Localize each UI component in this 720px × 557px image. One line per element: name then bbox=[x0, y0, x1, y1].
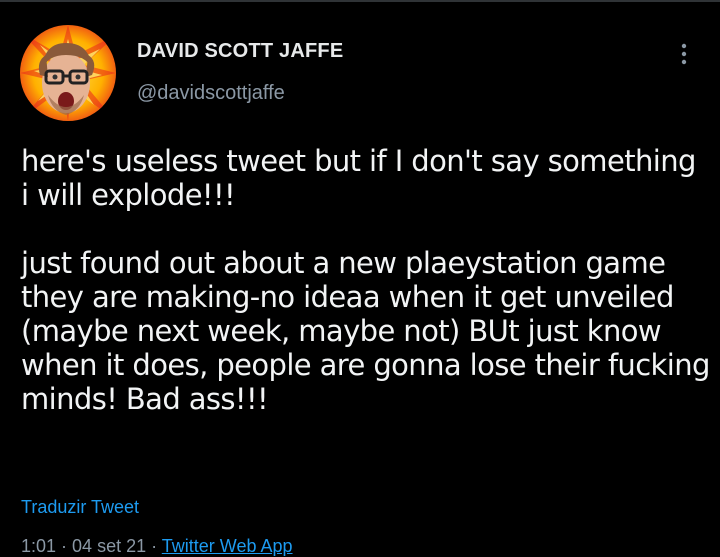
translate-tweet-link[interactable]: Traduzir Tweet bbox=[21, 497, 139, 518]
author-handle[interactable]: @davidscottjaffe bbox=[137, 82, 285, 105]
tweet-text: here's useless tweet but if I don't say … bbox=[21, 144, 710, 416]
tweet-date[interactable]: 04 set 21 bbox=[72, 536, 146, 556]
meta-separator: · bbox=[56, 536, 73, 556]
profile-photo-icon bbox=[20, 25, 116, 121]
tweet-source-link[interactable]: Twitter Web App bbox=[162, 536, 293, 556]
tweet-metadata: 1:01 · 04 set 21 · Twitter Web App bbox=[21, 536, 293, 557]
more-options-button[interactable] bbox=[666, 36, 702, 72]
tweet-time[interactable]: 1:01 bbox=[21, 536, 56, 556]
author-display-name[interactable]: DAVID SCOTT JAFFE bbox=[137, 40, 343, 63]
meta-separator: · bbox=[146, 536, 162, 556]
top-divider bbox=[0, 0, 720, 2]
avatar[interactable] bbox=[20, 25, 116, 121]
more-options-icon bbox=[681, 43, 687, 65]
